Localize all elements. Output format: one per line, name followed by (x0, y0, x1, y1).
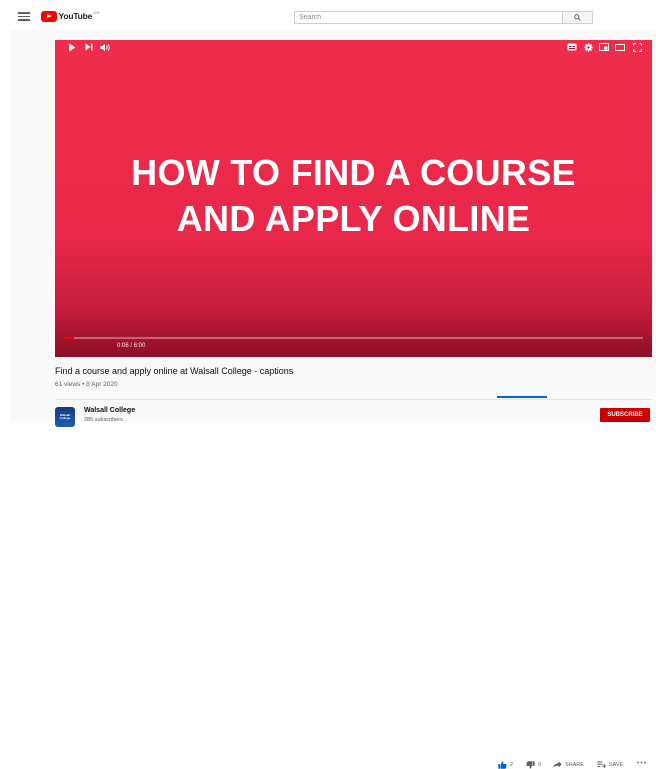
share-label: SHARE (565, 761, 584, 768)
add-to-playlist-icon (597, 761, 606, 768)
video-title: Find a course and apply online at Walsal… (55, 366, 294, 376)
like-dislike-bar (497, 396, 547, 398)
share-icon (553, 761, 562, 768)
more-actions-button[interactable] (637, 761, 649, 764)
more-horizontal-icon (637, 761, 646, 764)
subtitles-icon (567, 43, 577, 51)
divider (55, 399, 652, 400)
progress-bar[interactable] (64, 337, 643, 339)
save-label: SAVE (609, 761, 624, 768)
dislike-button[interactable]: 0 (526, 761, 541, 769)
fullscreen-icon (632, 42, 642, 52)
channel-avatar[interactable]: Walsall College (55, 407, 75, 427)
thumbs-up-icon (498, 761, 507, 769)
subscribe-button[interactable]: SUBSCRIBE (600, 408, 650, 422)
youtube-play-icon (41, 10, 57, 22)
theater-mode-button[interactable] (614, 42, 626, 52)
overlay-line-1: HOW TO FIND A COURSE (131, 152, 576, 193)
progress-bar-fill (64, 337, 74, 339)
search-input[interactable] (294, 11, 562, 24)
video-overlay-text: HOW TO FIND A COURSE AND APPLY ONLINE (55, 150, 652, 242)
volume-button[interactable] (99, 42, 111, 52)
theater-mode-icon (615, 43, 625, 51)
video-meta: 61 views • 8 Apr 2020 (55, 381, 118, 388)
share-button[interactable]: SHARE (553, 761, 584, 768)
channel-name[interactable]: Walsall College (84, 407, 135, 414)
gear-icon (583, 42, 593, 52)
play-icon (69, 43, 76, 51)
thumbs-down-icon (526, 761, 535, 769)
dislike-count: 0 (538, 762, 542, 768)
hamburger-menu-icon[interactable] (18, 12, 30, 21)
next-button[interactable] (84, 42, 94, 52)
miniplayer-button[interactable] (598, 42, 610, 52)
captions-button[interactable] (566, 42, 578, 52)
logo-region: GB (93, 9, 99, 15)
channel-avatar-text: Walsall College (59, 412, 71, 420)
save-button[interactable]: SAVE (597, 761, 623, 768)
like-button[interactable]: 2 (498, 761, 513, 769)
miniplayer-icon (599, 43, 609, 51)
masthead: YouTube GB (0, 0, 656, 30)
video-player[interactable]: HOW TO FIND A COURSE AND APPLY ONLINE 0:… (55, 40, 652, 357)
overlay-line-2: AND APPLY ONLINE (176, 198, 531, 239)
like-bar-fill (497, 396, 547, 398)
youtube-logo[interactable]: YouTube GB (41, 10, 99, 22)
volume-icon (100, 43, 110, 51)
like-count: 2 (510, 762, 514, 768)
fullscreen-button[interactable] (631, 42, 643, 52)
logo-text: YouTube (58, 11, 93, 21)
time-display: 0:06 / 6:00 (117, 343, 146, 349)
play-button[interactable] (67, 42, 77, 52)
settings-button[interactable] (582, 42, 594, 52)
subscriber-count: 285 subscribers (84, 417, 123, 423)
search-icon (574, 14, 581, 21)
search-button[interactable] (562, 11, 593, 24)
skip-next-icon (85, 43, 93, 51)
